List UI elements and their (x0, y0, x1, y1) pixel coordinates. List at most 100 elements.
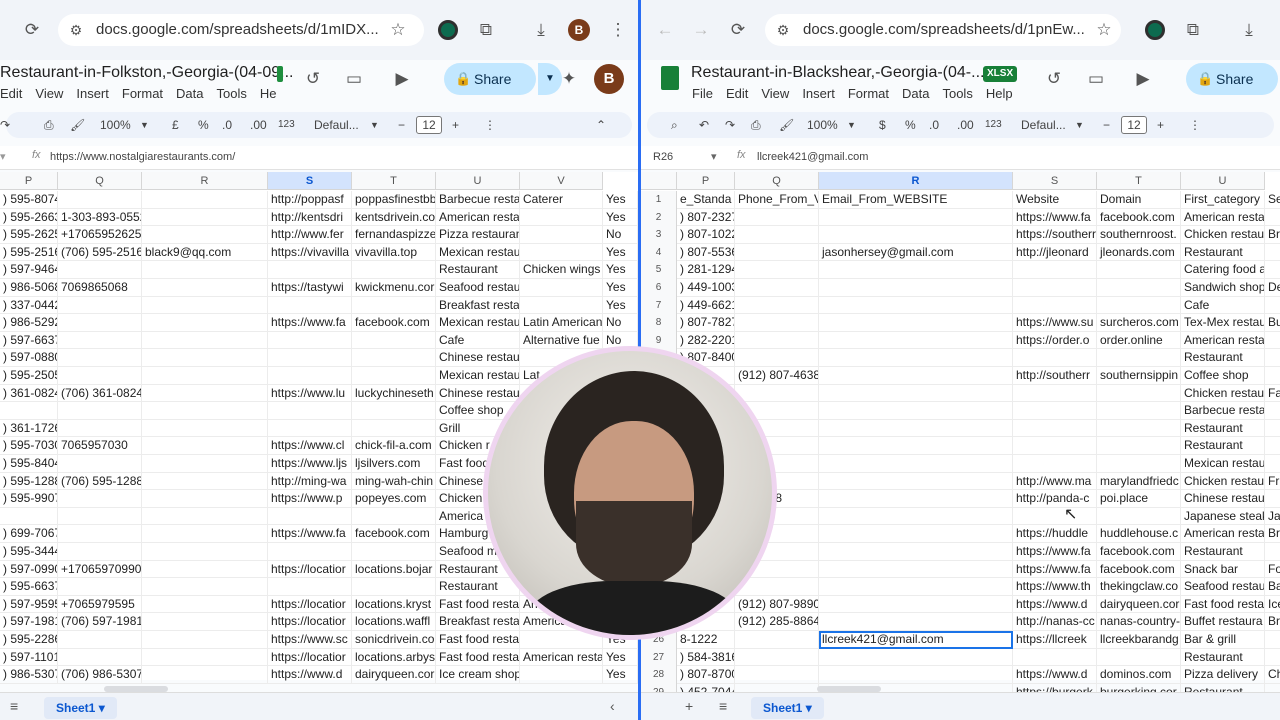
column-header-q[interactable]: Q (735, 172, 819, 190)
table-cell[interactable]: Chinese restau (1181, 490, 1265, 508)
table-cell[interactable] (58, 648, 142, 667)
font-size-field[interactable]: 12 (1121, 116, 1147, 134)
table-cell[interactable] (819, 507, 1013, 526)
scroll-left-icon[interactable]: ‹ (610, 698, 615, 714)
table-cell[interactable] (268, 296, 352, 315)
font-select[interactable]: Defaul... (1021, 117, 1066, 133)
table-cell[interactable]: ) 597-6637 (0, 331, 58, 350)
table-cell[interactable]: https://www.th (1013, 578, 1097, 596)
table-cell[interactable]: ) 597-0880 (0, 349, 58, 367)
table-cell[interactable]: 7069865068 (58, 279, 142, 297)
table-cell[interactable]: https://vivavilla (268, 243, 352, 262)
table-cell[interactable]: nanas-country- (1097, 613, 1181, 631)
table-cell[interactable]: ) 986-5068 (0, 279, 58, 297)
row-number[interactable]: 2 (641, 208, 677, 227)
table-cell[interactable] (735, 261, 819, 279)
table-cell[interactable] (58, 349, 142, 367)
table-cell[interactable] (735, 631, 819, 649)
extension-icon[interactable] (1145, 20, 1165, 40)
table-cell[interactable] (58, 314, 142, 332)
table-cell[interactable]: dairyqueen.cor (352, 666, 436, 684)
table-cell[interactable]: Bu (1265, 314, 1280, 332)
sheet-tab[interactable]: Sheet1 ▾ (44, 697, 117, 719)
table-cell[interactable] (1265, 332, 1280, 350)
column-header-u[interactable]: U (436, 172, 520, 190)
table-cell[interactable] (142, 208, 268, 227)
table-cell[interactable] (1013, 507, 1097, 526)
table-cell[interactable]: southernsippin (1097, 367, 1181, 385)
table-cell[interactable]: ) 699-7067 (0, 525, 58, 543)
table-cell[interactable] (142, 560, 268, 579)
table-cell[interactable]: American resta (1181, 525, 1265, 543)
table-cell[interactable]: Chicken restau (1181, 226, 1265, 244)
table-cell[interactable]: Fo (1265, 561, 1280, 579)
table-cell[interactable] (819, 437, 1013, 455)
table-cell[interactable]: ) 595-7030 (0, 437, 58, 455)
menu-insert[interactable]: Insert (802, 86, 835, 101)
table-cell[interactable] (735, 279, 819, 297)
table-cell[interactable]: Japanese steak (1181, 507, 1265, 526)
menu-tools[interactable]: Tools (942, 86, 972, 101)
table-cell[interactable]: Fast food resta (436, 631, 520, 649)
table-cell[interactable]: Breakfast resta (436, 613, 520, 631)
table-cell[interactable] (1265, 455, 1280, 473)
table-cell[interactable] (1265, 349, 1280, 367)
table-cell[interactable] (58, 367, 142, 385)
table-cell[interactable]: https://southerr (1013, 226, 1097, 244)
table-cell[interactable]: American resta (520, 648, 603, 667)
table-cell[interactable] (819, 578, 1013, 596)
table-cell[interactable]: Fr (1265, 473, 1280, 491)
table-cell[interactable]: ) 595-2516 (0, 243, 58, 262)
table-cell[interactable]: Mexican restau (1181, 455, 1265, 473)
table-cell[interactable] (1097, 402, 1181, 420)
table-cell[interactable]: facebook.com (352, 525, 436, 543)
back-icon[interactable]: ← (653, 18, 677, 42)
table-cell[interactable]: Buffet restaura (1181, 613, 1265, 631)
formula-input[interactable]: llcreek421@gmail.com (757, 151, 868, 163)
table-cell[interactable]: (706) 595-2516 (58, 243, 142, 262)
row-number[interactable]: 28 (641, 666, 677, 684)
table-cell[interactable]: ) 282-2201 (677, 331, 735, 350)
table-cell[interactable] (1097, 279, 1181, 297)
table-cell[interactable]: Cafe (1181, 296, 1265, 315)
table-cell[interactable] (268, 261, 352, 279)
table-cell[interactable]: https://locatior (268, 613, 352, 631)
table-cell[interactable] (520, 666, 603, 684)
table-cell[interactable]: https://www.p (268, 490, 352, 508)
all-sheets-icon[interactable]: ≡ (10, 698, 18, 714)
table-cell[interactable] (142, 296, 268, 315)
table-cell[interactable]: e_Standa (677, 191, 735, 209)
table-cell[interactable] (1013, 437, 1097, 455)
table-cell[interactable] (1013, 402, 1097, 420)
table-cell[interactable]: locations.bojar (352, 560, 436, 579)
table-cell[interactable]: Restaurant (436, 578, 520, 596)
table-cell[interactable]: locations.waffl (352, 613, 436, 631)
table-cell[interactable]: ) 595-2505 (0, 367, 58, 385)
table-cell[interactable]: Restaurant (1181, 648, 1265, 667)
row-number[interactable]: 3 (641, 226, 677, 244)
table-cell[interactable]: Bar & grill (1181, 631, 1265, 649)
table-cell[interactable] (142, 490, 268, 508)
table-cell[interactable]: Email_From_WEBSITE (819, 191, 1013, 209)
column-header-q[interactable]: Q (58, 172, 142, 190)
address-bar[interactable]: ⚙ docs.google.com/spreadsheets/d/1mIDX..… (58, 14, 424, 46)
table-cell[interactable]: locations.arbys (352, 648, 436, 667)
table-cell[interactable] (819, 560, 1013, 579)
table-cell[interactable] (735, 314, 819, 332)
column-header-t[interactable]: T (1097, 172, 1181, 190)
table-cell[interactable]: Ch (1265, 666, 1280, 684)
number-format[interactable]: 123 (985, 117, 1002, 133)
row-number[interactable]: 7 (641, 296, 677, 315)
table-cell[interactable]: ) 597-1101 (0, 648, 58, 667)
table-cell[interactable] (58, 296, 142, 315)
table-cell[interactable]: ) 595-6637 (0, 578, 58, 596)
table-cell[interactable] (819, 367, 1013, 385)
table-cell[interactable] (58, 507, 142, 526)
menu-file[interactable]: File (692, 86, 713, 101)
table-cell[interactable]: Bre (1265, 525, 1280, 543)
table-cell[interactable] (268, 331, 352, 350)
table-cell[interactable] (352, 402, 436, 420)
table-cell[interactable]: Bre (1265, 613, 1280, 631)
table-cell[interactable] (142, 261, 268, 279)
table-cell[interactable] (352, 261, 436, 279)
